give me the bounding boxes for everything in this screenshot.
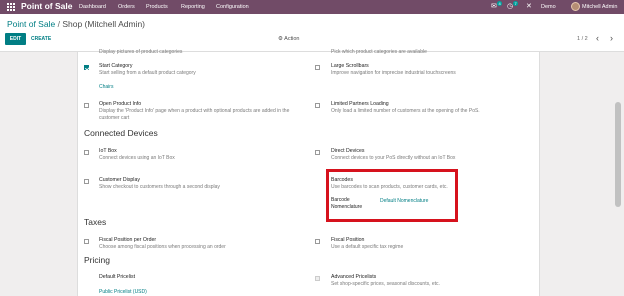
scrollbar-thumb[interactable] xyxy=(615,102,621,207)
product-categories-images-desc: Display pictures of product categories xyxy=(99,49,182,56)
pager-value[interactable]: 1 / 2 xyxy=(577,36,588,42)
action-menu[interactable]: ⚙ Action xyxy=(278,36,299,42)
start-category-checkbox[interactable] xyxy=(84,65,89,70)
advanced-pricelists-setting: Advanced Pricelists Set shop-specific pr… xyxy=(331,274,440,288)
fiscal-position-per-order-checkbox[interactable] xyxy=(84,239,89,244)
advanced-pricelists-checkbox[interactable] xyxy=(315,276,320,281)
setting-desc: Choose among fiscal positions when proce… xyxy=(99,244,226,250)
default-pricelist-setting: Default Pricelist xyxy=(99,274,135,281)
direct-devices-checkbox[interactable] xyxy=(315,150,320,155)
setting-title: Direct Devices xyxy=(331,148,365,154)
setting-desc: Show checkout to customers through a sec… xyxy=(99,184,220,190)
setting-title: Large Scrollbars xyxy=(331,63,369,69)
default-pricelist-value[interactable]: Public Pricelist (USD) xyxy=(99,289,147,296)
edit-button[interactable]: EDIT xyxy=(5,33,26,45)
control-panel: Point of Sale / Shop (Mitchell Admin) ED… xyxy=(0,14,624,52)
setting-title: Limited Partners Loading xyxy=(331,101,389,107)
menu-configuration[interactable]: Configuration xyxy=(216,4,249,10)
setting-title: Fiscal Position xyxy=(331,237,365,243)
direct-devices-setting: Direct Devices Connect devices to your P… xyxy=(331,148,455,162)
pricing-heading: Pricing xyxy=(84,255,110,265)
barcode-nomenclature-value[interactable]: Default Nomenclature xyxy=(380,198,428,204)
chevron-left-icon[interactable]: ‹ xyxy=(596,33,599,43)
setting-desc: Connect devices to your PoS directly wit… xyxy=(331,155,456,161)
barcodes-setting: Barcodes Use barcodes to scan products, … xyxy=(331,177,448,191)
setting-desc: customer cart xyxy=(99,115,130,121)
activity-badge: 7 xyxy=(513,1,519,6)
top-navbar: Point of Sale Dashboard Orders Products … xyxy=(0,0,624,14)
setting-desc: Display pictures of product categories xyxy=(99,49,183,55)
field-label-line: Nomenclature xyxy=(331,204,363,210)
menu-orders[interactable]: Orders xyxy=(118,4,135,10)
menu-dashboard[interactable]: Dashboard xyxy=(79,4,106,10)
avatar[interactable] xyxy=(571,2,580,11)
gear-icon: ⚙ xyxy=(278,36,283,42)
breadcrumb-parent[interactable]: Point of Sale xyxy=(7,19,55,29)
open-product-info-checkbox[interactable] xyxy=(84,103,89,108)
menu-reporting[interactable]: Reporting xyxy=(181,4,205,10)
setting-title: Start Category xyxy=(99,63,133,69)
setting-desc: Start selling from a default product cat… xyxy=(99,70,196,76)
setting-desc: Use a default specific tax regime xyxy=(331,244,404,250)
setting-title: IoT Box xyxy=(99,148,117,154)
page-scrollbar[interactable] xyxy=(614,52,622,296)
customer-display-setting: Customer Display Show checkout to custom… xyxy=(99,177,220,191)
setting-desc: Display the 'Product Info' page when a p… xyxy=(99,108,290,114)
settings-sheet xyxy=(77,52,540,296)
open-product-info-setting: Open Product Info Display the 'Product I… xyxy=(99,101,289,122)
setting-title: Barcodes xyxy=(331,177,353,183)
app-name[interactable]: Point of Sale xyxy=(21,1,72,11)
user-menu[interactable]: Mitchell Admin xyxy=(582,4,617,10)
create-button[interactable]: CREATE xyxy=(31,36,51,42)
fiscal-position-setting: Fiscal Position Use a default specific t… xyxy=(331,237,403,251)
taxes-heading: Taxes xyxy=(84,217,107,227)
start-category-value[interactable]: Chairs xyxy=(99,84,113,91)
action-label: Action xyxy=(284,36,300,42)
start-category-setting: Start Category Start selling from a defa… xyxy=(99,63,196,77)
limited-partners-setting: Limited Partners Loading Only load a lim… xyxy=(331,101,480,115)
large-scrollbars-setting: Large Scrollbars Improve navigation for … xyxy=(331,63,456,77)
barcode-nomenclature-label: Barcode Nomenclature xyxy=(331,197,362,211)
fiscal-position-per-order-setting: Fiscal Position per Order Choose among f… xyxy=(99,237,226,251)
start-category-field[interactable]: Chairs xyxy=(99,84,113,91)
setting-title: Default Pricelist xyxy=(99,274,136,280)
chevron-right-icon[interactable]: › xyxy=(610,33,613,43)
breadcrumb: Point of Sale / Shop (Mitchell Admin) xyxy=(7,19,145,29)
close-icon[interactable]: ✕ xyxy=(526,3,532,11)
customer-display-checkbox[interactable] xyxy=(84,179,89,184)
default-pricelist-field[interactable]: Public Pricelist (USD) xyxy=(99,289,147,296)
setting-desc: Use barcodes to scan products, customer … xyxy=(331,184,448,190)
menu-products[interactable]: Products xyxy=(146,4,168,10)
setting-desc: Set shop-specific prices, seasonal disco… xyxy=(331,281,440,287)
large-scrollbars-checkbox[interactable] xyxy=(315,65,320,70)
company-switcher[interactable]: Demo xyxy=(541,4,556,10)
setting-desc: Only load a limited number of customers … xyxy=(331,108,480,114)
iot-box-checkbox[interactable] xyxy=(84,150,89,155)
fiscal-position-checkbox[interactable] xyxy=(315,239,320,244)
chat-icon[interactable]: ✉ xyxy=(491,3,497,11)
field-label-line: Barcode xyxy=(331,197,350,203)
setting-title: Fiscal Position per Order xyxy=(99,237,157,243)
chat-badge: 4 xyxy=(497,1,503,6)
setting-desc: Improve navigation for imprecise industr… xyxy=(331,70,456,76)
restrict-categories-desc: Pick which product categories are availa… xyxy=(331,49,427,56)
breadcrumb-separator: / xyxy=(57,19,60,29)
apps-menu-icon[interactable] xyxy=(7,3,15,11)
connected-devices-heading: Connected Devices xyxy=(84,128,158,138)
setting-title: Open Product Info xyxy=(99,101,142,107)
setting-title: Advanced Pricelists xyxy=(331,274,377,280)
setting-desc: Connect devices using an IoT Box xyxy=(99,155,175,161)
setting-desc: Pick which product categories are availa… xyxy=(331,49,427,55)
breadcrumb-current: Shop (Mitchell Admin) xyxy=(62,19,145,29)
setting-title: Customer Display xyxy=(99,177,140,183)
limited-partners-checkbox[interactable] xyxy=(315,103,320,108)
iot-box-setting: IoT Box Connect devices using an IoT Box xyxy=(99,148,175,162)
